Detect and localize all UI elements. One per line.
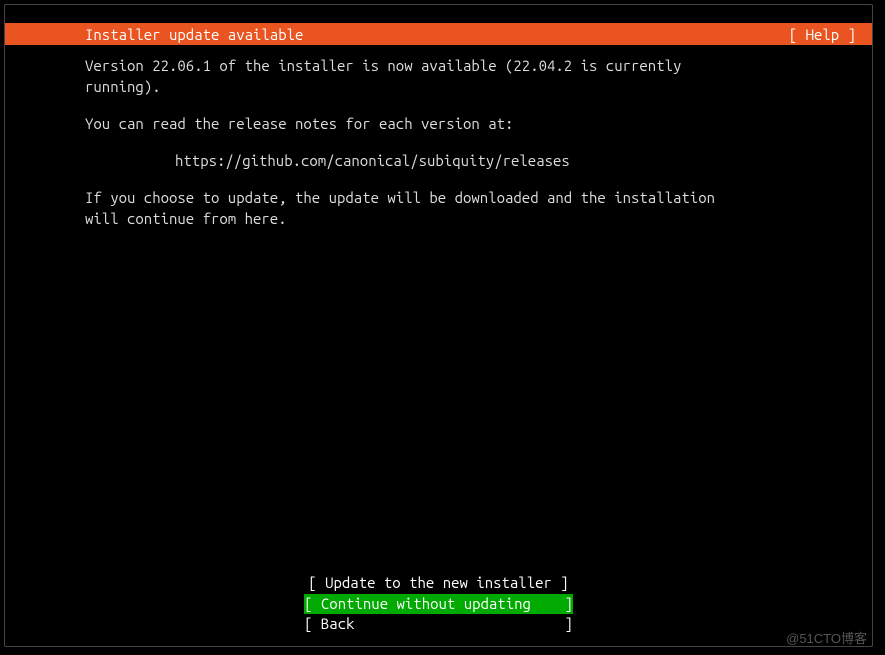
button-group: [ Update to the new installer ] [ Contin… [5,573,872,634]
page-title: Installer update available [85,26,303,43]
release-notes-url: https://github.com/canonical/subiquity/r… [85,150,832,171]
back-button[interactable]: [ Back ] [304,614,573,634]
continue-without-updating-button[interactable]: [ Continue without updating ] [304,594,573,614]
help-button[interactable]: [ Help ] [789,26,856,43]
title-bar: Installer update available [ Help ] [5,23,872,45]
update-installer-button[interactable]: [ Update to the new installer ] [308,573,568,593]
update-info-text: If you choose to update, the update will… [85,187,832,229]
watermark-text: @51CTO博客 [786,628,867,647]
version-info-text: Version 22.06.1 of the installer is now … [85,55,832,97]
content-area: Version 22.06.1 of the installer is now … [85,55,832,245]
release-notes-text: You can read the release notes for each … [85,113,832,134]
